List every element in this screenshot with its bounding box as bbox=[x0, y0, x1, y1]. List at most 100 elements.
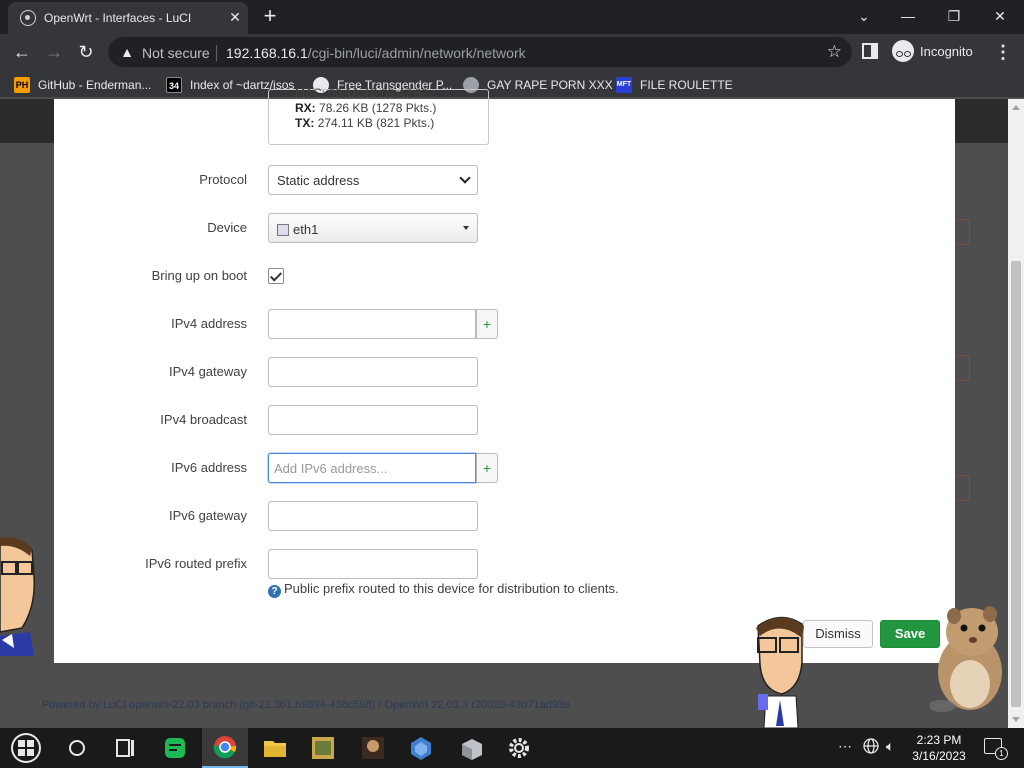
protocol-select[interactable]: Static address bbox=[268, 165, 478, 195]
hamster-sticker bbox=[930, 606, 1002, 712]
scroll-up-arrow-icon[interactable] bbox=[1012, 105, 1020, 110]
taskbar-app-file-explorer[interactable] bbox=[252, 728, 298, 768]
device-value: eth1 bbox=[293, 222, 319, 238]
tab-search-chevron-icon[interactable]: ⌄ bbox=[844, 3, 884, 29]
windows-logo-icon bbox=[11, 733, 41, 763]
media-app-icon bbox=[362, 737, 384, 759]
ipv4-broadcast-label: IPv4 broadcast bbox=[160, 412, 247, 427]
cortana-circle-icon bbox=[69, 740, 85, 756]
chat-app-icon bbox=[165, 738, 185, 758]
system-clock[interactable]: 2:23 PM 3/16/2023 bbox=[908, 732, 970, 764]
protocol-value: Static address bbox=[277, 173, 360, 188]
protocol-label: Protocol bbox=[199, 172, 247, 187]
action-center-icon[interactable]: 1 bbox=[984, 738, 1008, 760]
ipv6-routed-prefix-input[interactable] bbox=[268, 549, 478, 579]
ipv4-address-input[interactable] bbox=[268, 309, 476, 339]
taskbar-app-game[interactable] bbox=[300, 728, 346, 768]
interface-edit-dialog: MAC: 00:1A:4B:09:47:62 RX: 78.26 KB (127… bbox=[54, 86, 955, 663]
taskbar-app-virtualbox[interactable] bbox=[448, 728, 494, 768]
scroll-down-arrow-icon[interactable] bbox=[1012, 717, 1020, 722]
chevron-down-icon bbox=[459, 172, 471, 184]
incognito-label: Incognito bbox=[920, 43, 973, 59]
folder-34-favicon-icon: 34 bbox=[166, 76, 182, 93]
task-view-icon bbox=[116, 739, 134, 757]
file-roulette-favicon-icon: MFT bbox=[616, 76, 632, 93]
browser-toolbar: ← → ↻ ▲ Not secure 192.168.16.1/cgi-bin/… bbox=[0, 34, 1024, 70]
ipv6-gateway-input[interactable] bbox=[268, 501, 478, 531]
network-port-icon bbox=[277, 223, 289, 236]
back-arrow-icon[interactable]: ← bbox=[10, 40, 34, 64]
taskbar-app-messages[interactable] bbox=[152, 728, 198, 768]
luci-footer[interactable]: Powered by LuCI openwrt-22.03 branch (gi… bbox=[42, 699, 570, 711]
forward-arrow-icon[interactable]: → bbox=[42, 40, 66, 64]
restore-window-icon[interactable]: ❐ bbox=[934, 3, 974, 29]
search-button[interactable] bbox=[54, 728, 100, 768]
chrome-icon bbox=[213, 736, 237, 759]
minimize-window-icon[interactable]: — bbox=[888, 3, 928, 29]
ipv4-gateway-label: IPv4 gateway bbox=[168, 364, 247, 379]
page-scrollbar[interactable] bbox=[1008, 99, 1024, 728]
task-view-button[interactable] bbox=[102, 728, 148, 768]
taskbar-app-chrome[interactable] bbox=[202, 728, 248, 768]
add-ipv4-address-button[interactable]: + bbox=[476, 309, 498, 339]
clock-date: 3/16/2023 bbox=[912, 749, 966, 763]
show-hidden-icons-icon[interactable]: ⋯ bbox=[838, 738, 852, 755]
scrollbar-thumb[interactable] bbox=[1011, 261, 1021, 707]
start-button[interactable] bbox=[2, 728, 48, 768]
taskbar-app-media[interactable] bbox=[350, 728, 396, 768]
url-path: /cgi-bin/luci/admin/network/network bbox=[307, 45, 526, 61]
address-bar[interactable]: ▲ Not secure 192.168.16.1/cgi-bin/luci/a… bbox=[108, 37, 852, 67]
incognito-icon bbox=[892, 40, 914, 62]
ipv4-gateway-input[interactable] bbox=[268, 357, 478, 387]
browser-menu-icon[interactable]: ⋮ bbox=[994, 40, 1012, 64]
bookmark-star-icon[interactable]: ☆ bbox=[827, 42, 842, 62]
close-tab-icon[interactable]: ✕ bbox=[226, 8, 244, 26]
ipv6-prefix-hint: ? Public prefix routed to this device for… bbox=[268, 581, 619, 598]
url-text[interactable]: 192.168.16.1/cgi-bin/luci/admin/network/… bbox=[226, 45, 526, 61]
side-panel-icon[interactable] bbox=[862, 43, 878, 59]
omnibox-divider bbox=[216, 45, 217, 61]
tab-title: OpenWrt - Interfaces - LuCI bbox=[44, 11, 192, 25]
close-window-icon[interactable]: ✕ bbox=[980, 3, 1020, 29]
dropdown-caret-icon bbox=[463, 226, 469, 230]
box-app-icon bbox=[462, 739, 482, 760]
cartoon-character-sticker-left bbox=[0, 537, 35, 656]
reload-icon[interactable]: ↻ bbox=[74, 40, 98, 64]
ipv6-prefix-label: IPv6 routed prefix bbox=[145, 556, 247, 571]
bookmark-item[interactable]: PH GitHub - Enderman... bbox=[14, 75, 151, 93]
ipv4-broadcast-input[interactable] bbox=[268, 405, 478, 435]
folder-icon bbox=[264, 741, 286, 757]
help-question-icon: ? bbox=[268, 585, 281, 598]
mac-line: MAC: 00:1A:4B:09:47:62 bbox=[295, 86, 428, 100]
security-status[interactable]: Not secure bbox=[142, 45, 210, 61]
volume-icon[interactable]: 🔈︎ bbox=[886, 738, 894, 755]
ipv6-address-label: IPv6 address bbox=[171, 460, 247, 475]
game-app-icon bbox=[312, 737, 334, 759]
device-dropdown[interactable]: eth1 bbox=[268, 213, 478, 243]
bookmark-item[interactable]: MFT FILE ROULETTE bbox=[616, 75, 733, 93]
hint-text: Public prefix routed to this device for … bbox=[284, 581, 619, 596]
browser-tab-strip: OpenWrt - Interfaces - LuCI ✕ + ⌄ — ❐ ✕ bbox=[0, 0, 1024, 34]
windows-taskbar: ⋯ 🔈︎ 2:23 PM 3/16/2023 1 bbox=[0, 728, 1024, 768]
clock-time: 2:23 PM bbox=[916, 733, 962, 747]
network-app-icon bbox=[411, 737, 431, 760]
bookmarks-bar: PH GitHub - Enderman... 34 Index of ~dartz… bbox=[0, 70, 1024, 98]
new-tab-icon[interactable]: + bbox=[258, 5, 282, 29]
bring-up-on-boot-checkbox[interactable] bbox=[268, 268, 284, 284]
ipv6-address-input[interactable] bbox=[268, 453, 476, 483]
add-ipv6-address-button[interactable]: + bbox=[476, 453, 498, 483]
ph-favicon-icon: PH bbox=[14, 76, 30, 93]
dismiss-button[interactable]: Dismiss bbox=[803, 620, 873, 648]
ipv6-gateway-label: IPv6 gateway bbox=[168, 508, 247, 523]
taskbar-app-settings[interactable] bbox=[496, 728, 542, 768]
rx-line: RX: 78.26 KB (1278 Pkts.) bbox=[295, 101, 437, 115]
network-globe-icon[interactable] bbox=[862, 737, 880, 758]
url-host: 192.168.16.1 bbox=[226, 45, 308, 61]
incognito-indicator[interactable]: Incognito bbox=[892, 40, 973, 64]
taskbar-app-network[interactable] bbox=[398, 728, 444, 768]
warning-triangle-icon[interactable]: ▲ bbox=[118, 43, 136, 61]
interface-status-box: MAC: 00:1A:4B:09:47:62 RX: 78.26 KB (127… bbox=[268, 86, 489, 145]
notification-count-badge: 1 bbox=[995, 747, 1008, 760]
browser-tab[interactable]: OpenWrt - Interfaces - LuCI ✕ bbox=[8, 2, 248, 34]
cartoon-character-sticker-right bbox=[756, 616, 804, 728]
